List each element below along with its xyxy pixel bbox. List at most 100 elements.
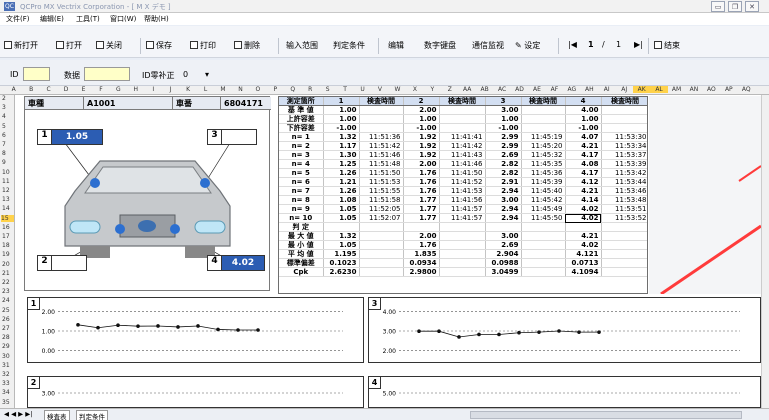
table-cell[interactable]: 11:45:50 (521, 213, 566, 223)
row-header[interactable]: 16 (2, 224, 10, 231)
row-header[interactable]: 12 (2, 187, 10, 194)
numeric-keypad-button[interactable]: 数字键盘 (424, 40, 456, 52)
close-button[interactable]: ✕ (745, 1, 759, 12)
column-header[interactable]: L (197, 86, 214, 93)
table-cell[interactable]: 1.76 (403, 240, 440, 250)
column-header[interactable]: Q (284, 86, 301, 93)
row-header[interactable]: 5 (2, 123, 6, 130)
table-cell[interactable] (439, 267, 486, 277)
table-cell[interactable] (359, 249, 404, 259)
table-cell[interactable]: 4.02 (565, 213, 602, 223)
table-cell[interactable] (521, 249, 566, 259)
table-cell[interactable]: 2.94 (485, 204, 522, 214)
table-cell[interactable] (521, 123, 566, 133)
column-header[interactable]: Y (424, 86, 441, 93)
row-label-cell[interactable]: 標準偏差 (279, 258, 324, 268)
column-header[interactable]: AP (720, 86, 737, 93)
table-cell[interactable]: 4.02 (565, 240, 602, 250)
table-cell[interactable]: 1.835 (403, 249, 440, 259)
table-cell[interactable]: -1.00 (565, 123, 602, 133)
row-header[interactable]: 14 (2, 205, 10, 212)
table-cell[interactable]: 4.21 (565, 141, 602, 151)
table-cell[interactable]: -1.00 (403, 123, 440, 133)
point-2-box[interactable]: 2 (37, 255, 87, 271)
table-cell[interactable] (601, 123, 647, 133)
table-cell[interactable]: 1.21 (323, 177, 360, 187)
row-header[interactable]: 6 (2, 132, 6, 139)
row-label-cell[interactable]: n= 10 (279, 213, 324, 223)
table-cell[interactable]: 11:45:35 (521, 159, 566, 169)
menu-file[interactable]: 文件(F) (6, 14, 30, 24)
table-cell[interactable]: 1.17 (323, 141, 360, 151)
table-cell[interactable] (601, 267, 647, 277)
table-cell[interactable]: 4.02 (565, 204, 602, 214)
point-1-box[interactable]: 1 1.05 (37, 129, 103, 145)
table-cell[interactable]: 1.77 (403, 204, 440, 214)
table-cell[interactable]: 4 (565, 97, 602, 106)
point-4-box[interactable]: 4 4.02 (207, 255, 265, 271)
row-header[interactable]: 35 (2, 399, 10, 406)
save-button[interactable]: 保存 (146, 40, 172, 52)
table-cell[interactable]: 11:41:57 (439, 204, 486, 214)
table-cell[interactable]: 2.99 (485, 141, 522, 151)
table-cell[interactable] (359, 267, 404, 277)
row-label-cell[interactable]: 判 定 (279, 222, 324, 232)
table-cell[interactable] (359, 258, 404, 268)
row-header[interactable]: 25 (2, 307, 10, 314)
table-cell[interactable] (439, 258, 486, 268)
table-cell[interactable]: 1.05 (323, 204, 360, 214)
column-header[interactable]: AG (563, 86, 580, 93)
delete-button[interactable]: 删除 (234, 40, 260, 52)
row-header[interactable]: 13 (2, 196, 10, 203)
row-header[interactable]: 22 (2, 279, 10, 286)
column-header[interactable]: G (110, 86, 127, 93)
horizontal-scrollbar[interactable] (470, 411, 742, 419)
table-cell[interactable]: 1 (323, 97, 360, 106)
table-cell[interactable] (323, 222, 360, 232)
column-header[interactable]: Z (441, 86, 458, 93)
row-header[interactable]: 15 (1, 214, 14, 222)
table-cell[interactable]: 検査時間 (439, 97, 486, 106)
sheet-nav-buttons[interactable]: ◀ ◀ ▶ ▶| (4, 410, 32, 418)
row-header[interactable]: 3 (2, 104, 6, 111)
table-cell[interactable]: 11:45:49 (521, 204, 566, 214)
row-header[interactable]: 17 (2, 233, 10, 240)
table-cell[interactable]: 1.26 (323, 186, 360, 196)
row-header[interactable]: 29 (2, 343, 10, 350)
row-header[interactable]: 24 (2, 297, 10, 304)
row-label-cell[interactable]: 基 準 値 (279, 105, 324, 115)
end-button[interactable]: 结束 (654, 40, 680, 52)
menu-window[interactable]: 窗口(W) (110, 14, 136, 24)
dropdown-icon[interactable]: ▾ (205, 70, 209, 79)
table-cell[interactable] (403, 222, 440, 232)
column-header[interactable]: E (75, 86, 92, 93)
table-cell[interactable]: 11:41:41 (439, 132, 486, 142)
column-header[interactable]: AL (650, 86, 668, 93)
row-label-cell[interactable]: 平 均 値 (279, 249, 324, 259)
tab-inspection-sheet[interactable]: 検査表 (44, 410, 70, 420)
vertical-scrollbar[interactable] (761, 95, 769, 408)
column-header[interactable]: AJ (615, 86, 632, 93)
table-cell[interactable]: 3 (485, 97, 522, 106)
restore-button[interactable]: ❐ (728, 1, 742, 12)
column-header[interactable]: H (127, 86, 144, 93)
column-header[interactable]: N (232, 86, 249, 93)
table-cell[interactable]: 1.92 (403, 141, 440, 151)
table-cell[interactable]: 4.00 (565, 105, 602, 115)
row-label-cell[interactable]: Cpk (279, 267, 324, 277)
row-header[interactable]: 31 (2, 362, 10, 369)
table-cell[interactable]: 11:45:42 (521, 195, 566, 205)
table-cell[interactable]: 3.0499 (485, 267, 522, 277)
table-cell[interactable] (601, 114, 647, 124)
column-header[interactable]: M (214, 86, 231, 93)
table-cell[interactable]: 11:51:58 (359, 195, 404, 205)
column-header[interactable]: R (302, 86, 319, 93)
column-header[interactable]: T (336, 86, 353, 93)
table-cell[interactable]: 11:52:07 (359, 213, 404, 223)
row-header[interactable]: 2 (2, 95, 6, 102)
new-open-button[interactable]: 新打开 (4, 40, 38, 52)
table-cell[interactable]: 11:41:46 (439, 159, 486, 169)
column-header[interactable]: AO (703, 86, 720, 93)
table-cell[interactable]: 11:41:50 (439, 168, 486, 178)
table-cell[interactable]: 4.08 (565, 159, 602, 169)
